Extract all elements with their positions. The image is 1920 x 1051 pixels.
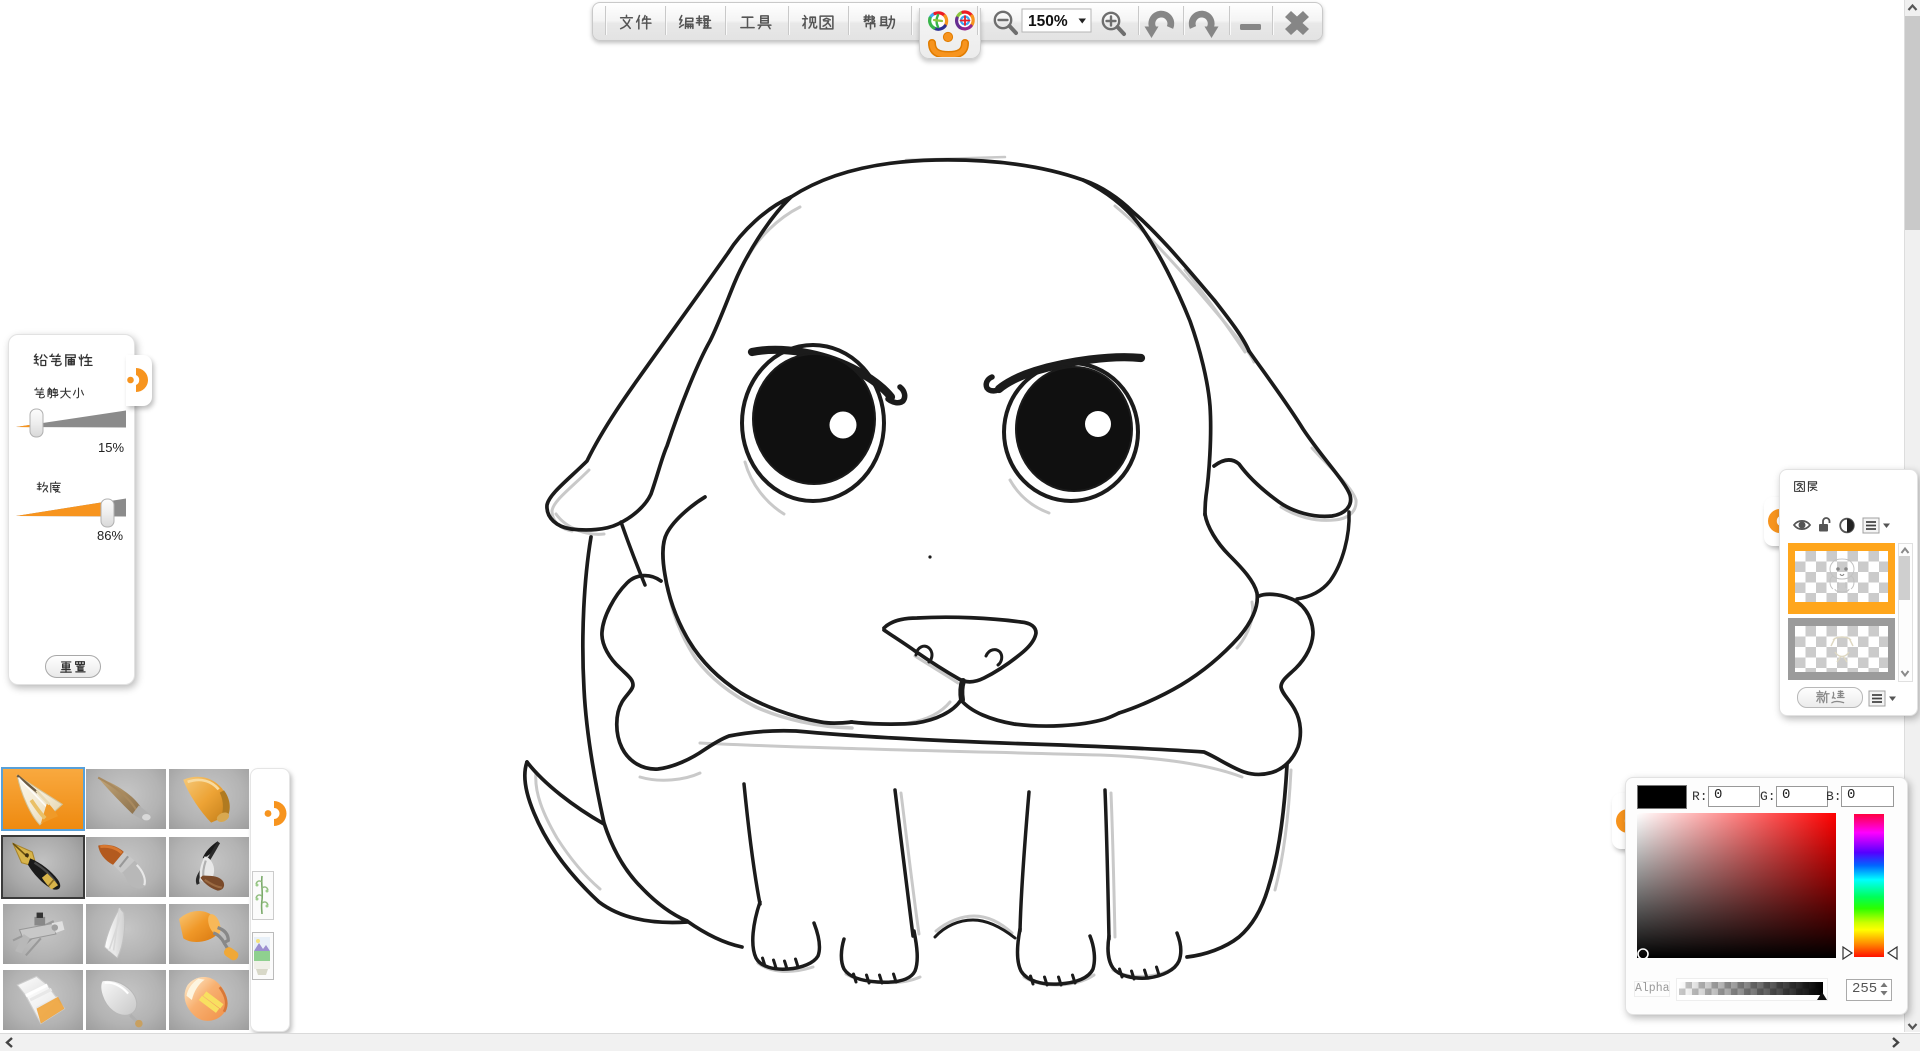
svg-text:150%: 150% bbox=[1028, 13, 1068, 30]
